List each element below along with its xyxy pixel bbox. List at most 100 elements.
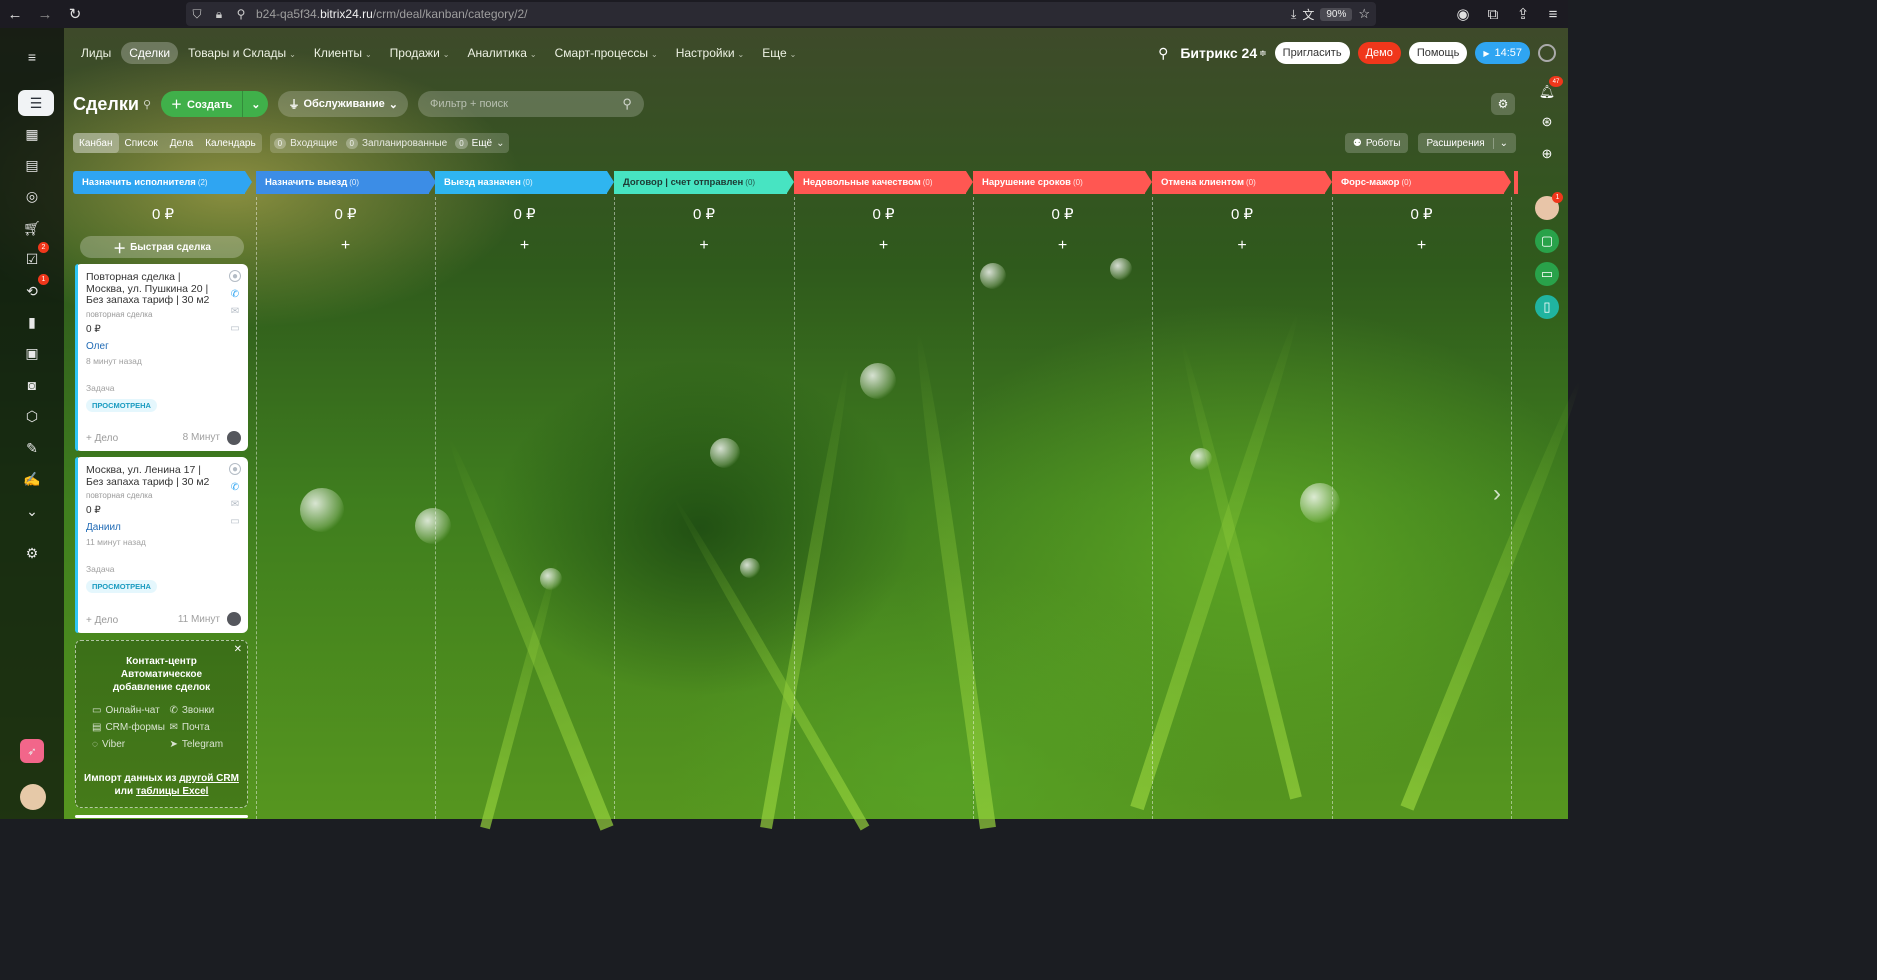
phone-icon[interactable]: ✆: [229, 481, 241, 493]
invite-button[interactable]: Пригласить: [1274, 42, 1350, 64]
open-lines-icon[interactable]: ▢: [1535, 229, 1559, 253]
bookmark-star-icon[interactable]: ☆: [1358, 6, 1370, 22]
deal-card[interactable]: Повторная сделка | Москва, ул. Пушкина 2…: [75, 264, 248, 451]
add-activity-button[interactable]: + Дело: [86, 615, 118, 626]
analytics-icon[interactable]: ▮: [18, 310, 46, 334]
column-header[interactable]: Договор | счет отправлен (0): [614, 171, 787, 194]
calendar-icon[interactable]: ▦: [18, 122, 46, 146]
sites-icon[interactable]: ▣: [18, 341, 46, 365]
deal-contact[interactable]: Олег: [86, 341, 109, 352]
column-header[interactable]: Форс-мажор (0): [1332, 171, 1504, 194]
channel-viber[interactable]: ◌ Viber: [92, 739, 170, 750]
chat-icon[interactable]: ▭: [229, 515, 241, 527]
pin-icon[interactable]: ⚲: [143, 98, 151, 111]
add-deal-plus-icon[interactable]: +: [1332, 237, 1511, 255]
counter-incoming[interactable]: 0 Входящие: [273, 137, 338, 149]
documents-icon[interactable]: ✎: [18, 436, 46, 460]
forward-icon[interactable]: →: [30, 0, 60, 28]
column-header[interactable]: Нарушение сроков (0): [973, 171, 1145, 194]
search-chat-icon[interactable]: ⊕: [1535, 142, 1559, 166]
share-icon[interactable]: ⇪: [1508, 0, 1538, 28]
back-icon[interactable]: ←: [0, 0, 30, 28]
create-button[interactable]: ＋ Создать ⌄: [161, 91, 269, 117]
column-header[interactable]: Назначить выезд (0): [256, 171, 429, 194]
add-deal-plus-icon[interactable]: +: [1152, 237, 1332, 255]
box-icon[interactable]: ⬡: [18, 404, 46, 428]
timer-button[interactable]: ▶ 14:57: [1475, 42, 1530, 64]
add-activity-button[interactable]: + Дело: [86, 433, 118, 444]
channel-crm-forms[interactable]: ▤ CRM-формы: [92, 722, 170, 733]
phone-icon[interactable]: ✆: [229, 288, 241, 300]
chat-group-icon[interactable]: ▭: [1535, 262, 1559, 286]
counter-more[interactable]: 0 Ещё ⌄: [455, 137, 505, 149]
processes-icon[interactable]: ⟲ 1: [18, 274, 49, 303]
import-crm-link[interactable]: другой CRM: [179, 773, 239, 784]
settings-gear-icon[interactable]: ⚙: [18, 541, 46, 565]
pipeline-selector[interactable]: ⏚ Обслуживание ⌄: [278, 91, 408, 117]
nav-smart-processes[interactable]: Смарт-процессы ⌄: [547, 42, 666, 64]
nav-clients[interactable]: Клиенты ⌄: [306, 42, 380, 64]
tab-kanban[interactable]: Канбан: [73, 133, 119, 153]
extensions-button[interactable]: Расширения ⌄: [1418, 133, 1516, 153]
import-excel-link[interactable]: таблицы Excel: [136, 786, 209, 797]
search-icon[interactable]: ⚲: [1158, 45, 1168, 62]
avatar[interactable]: [227, 612, 241, 626]
help-button[interactable]: Помощь: [1408, 42, 1468, 64]
column-header[interactable]: Отмена клиентом (0): [1152, 171, 1325, 194]
nav-settings[interactable]: Настройки ⌄: [668, 42, 753, 64]
translate-icon[interactable]: 文: [1302, 6, 1314, 23]
search-icon[interactable]: ⚲: [622, 96, 632, 112]
deal-contact[interactable]: Даниил: [86, 522, 121, 533]
nav-products[interactable]: Товары и Склады ⌄: [180, 42, 304, 64]
hamburger-icon[interactable]: ≡: [18, 45, 46, 69]
deal-card[interactable]: Москва, ул. Ленина 17 | Без запаха тариф…: [75, 457, 248, 633]
nav-deals[interactable]: Сделки: [121, 42, 179, 64]
create-dropdown-icon[interactable]: ⌄: [242, 91, 268, 117]
reload-icon[interactable]: ↻: [60, 0, 90, 28]
channel-mail[interactable]: ✉ Почта: [170, 722, 248, 733]
bitrix-logo[interactable]: Битрикс 24: [1180, 45, 1257, 61]
download-icon[interactable]: ⤓: [1291, 7, 1296, 22]
column-header[interactable]: Недовольные качеством (0): [794, 171, 966, 194]
add-deal-plus-icon[interactable]: +: [794, 237, 973, 255]
bookmark-icon[interactable]: ▯: [1535, 295, 1559, 319]
chat-avatar[interactable]: 1: [1535, 192, 1563, 220]
kanban-settings-gear-icon[interactable]: ⚙: [1491, 93, 1515, 115]
contact-icon[interactable]: ●: [229, 463, 241, 475]
nav-more[interactable]: Еще ⌄: [754, 42, 804, 64]
tab-calendar[interactable]: Календарь: [199, 133, 261, 153]
add-deal-plus-icon[interactable]: +: [435, 237, 614, 255]
robot-icon[interactable]: ◙: [18, 373, 46, 397]
user-avatar[interactable]: [20, 784, 46, 810]
nav-sales[interactable]: Продажи ⌄: [382, 42, 458, 64]
channel-calls[interactable]: ✆ Звонки: [170, 705, 248, 716]
cart-icon[interactable]: 🛒︎: [18, 216, 46, 240]
menu-icon[interactable]: ≡: [1538, 0, 1568, 28]
tasks-icon[interactable]: ☑ 2: [18, 242, 49, 271]
add-deal-plus-icon[interactable]: +: [614, 237, 794, 255]
add-deal-plus-icon[interactable]: +: [256, 237, 435, 255]
address-bar[interactable]: ⛉ 🔒︎ ⚲ b24-qa5f34.bitrix24.ru/crm/deal/k…: [186, 2, 1376, 26]
rocket-icon[interactable]: ➶: [20, 739, 44, 763]
column-header[interactable]: Назначить исполнителя (2): [73, 171, 245, 194]
chevron-right-icon[interactable]: ›: [1493, 480, 1501, 508]
channel-online-chat[interactable]: ▭ Онлайн-чат: [92, 705, 170, 716]
chevron-down-icon[interactable]: ⌄: [18, 499, 46, 523]
target-icon[interactable]: ◎: [18, 184, 46, 208]
mail-icon[interactable]: ✉: [229, 498, 241, 510]
chat-icon[interactable]: ▭: [229, 322, 241, 334]
drive-icon[interactable]: ▤: [18, 153, 46, 177]
channel-telegram[interactable]: ➤ Telegram: [170, 739, 248, 750]
robots-button[interactable]: ⚉ Роботы: [1344, 133, 1409, 153]
tab-list[interactable]: Список: [119, 133, 164, 153]
avatar-stub[interactable]: [1538, 44, 1556, 62]
deal-title[interactable]: Москва, ул. Ленина 17 | Без запаха тариф…: [86, 464, 218, 488]
extensions-icon[interactable]: ⧉: [1478, 0, 1508, 28]
mail-icon[interactable]: ✉: [229, 305, 241, 317]
sign-icon[interactable]: ✍: [18, 467, 46, 491]
filter-search-input[interactable]: Фильтр + поиск ⚲: [417, 91, 644, 117]
demo-button[interactable]: Демо: [1357, 42, 1401, 64]
bell-icon[interactable]: 🔔︎ 47: [1535, 76, 1563, 104]
copilot-icon[interactable]: ⊛: [1535, 110, 1559, 134]
quick-deal-button[interactable]: ＋ Быстрая сделка: [80, 236, 244, 258]
